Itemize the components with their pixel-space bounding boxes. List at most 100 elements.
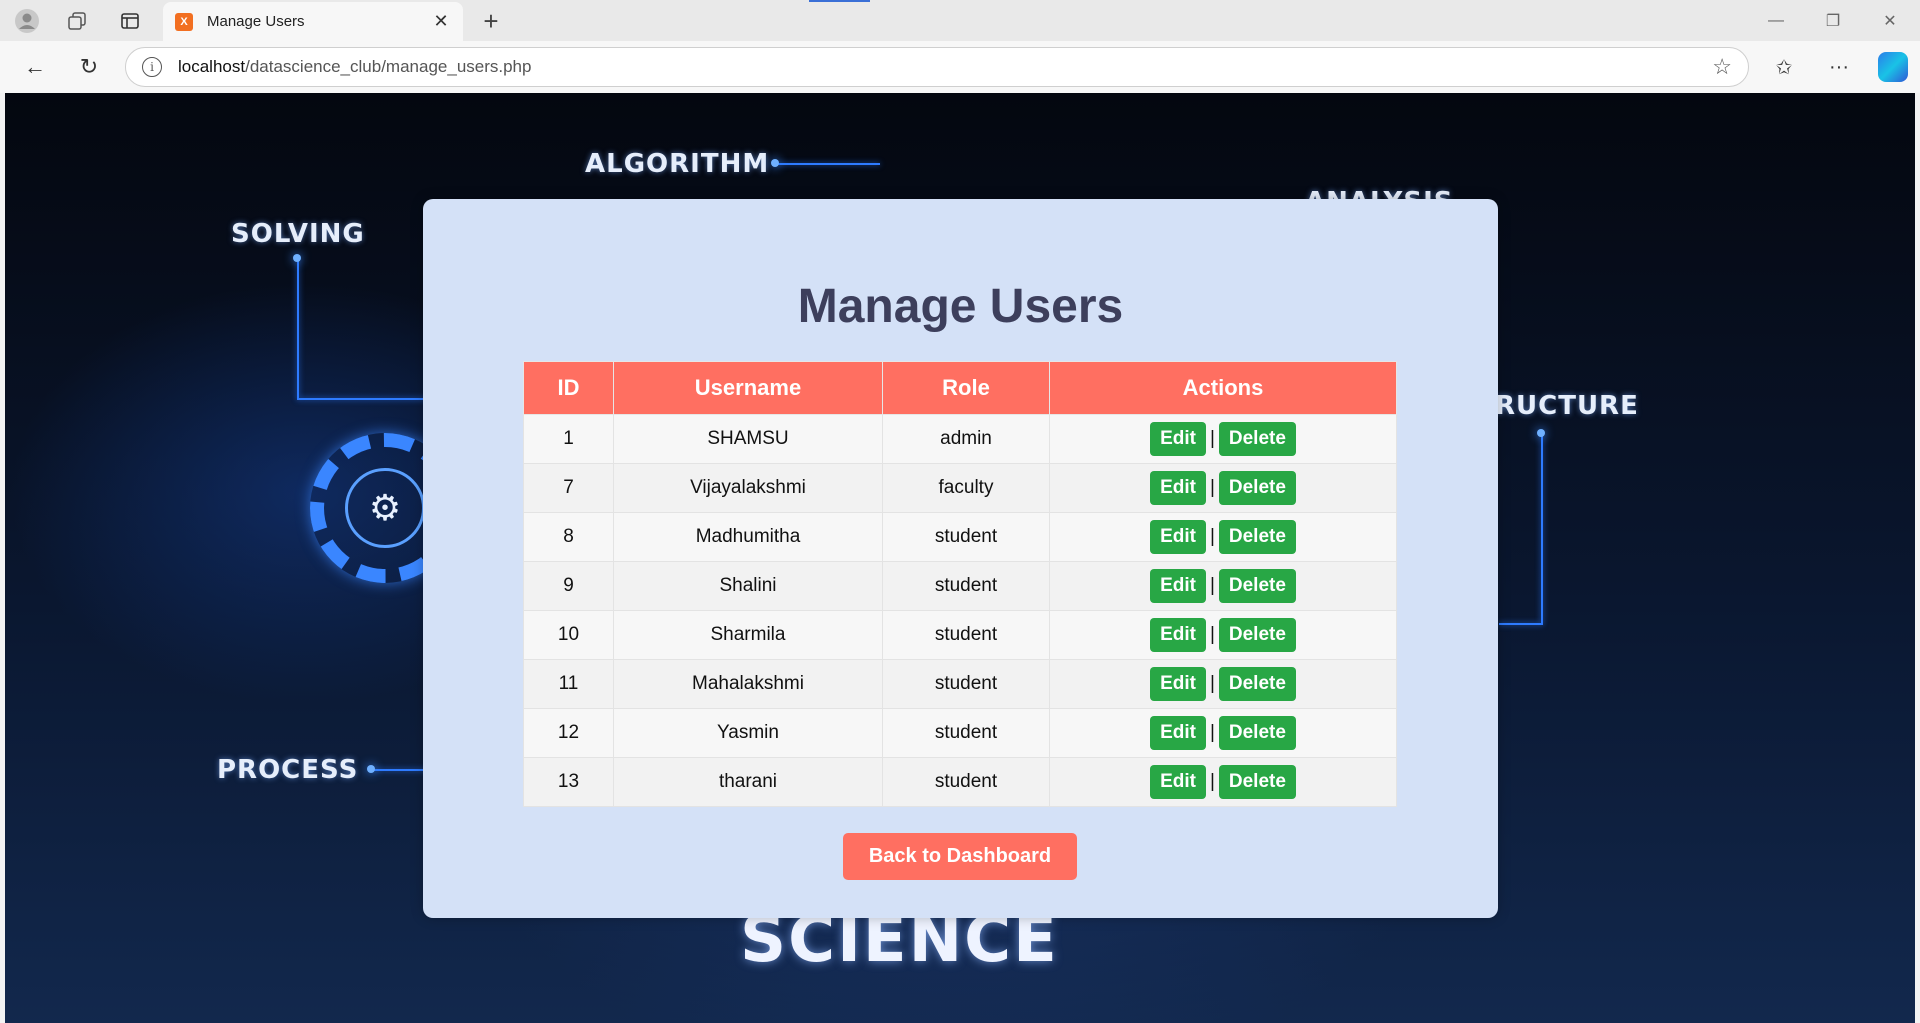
delete-button[interactable]: Delete	[1218, 716, 1296, 750]
minimize-icon[interactable]: —	[1761, 8, 1791, 34]
cell-username: Mahalakshmi	[613, 659, 883, 709]
cell-role: student	[882, 708, 1050, 758]
table-row: 8 Madhumitha student Edit | Delete	[523, 512, 1397, 562]
column-header-actions: Actions	[1049, 361, 1397, 415]
edit-button[interactable]: Edit	[1150, 471, 1206, 505]
cell-actions: Edit | Delete	[1049, 414, 1397, 464]
bg-circuit-line	[371, 769, 427, 771]
users-table: ID Username Role Actions 1 SHAMSU admin Edi…	[523, 361, 1397, 807]
favorites-icon[interactable]: ✩	[1768, 51, 1800, 83]
page-title: Manage Users	[797, 280, 1124, 333]
cell-actions: Edit | Delete	[1049, 708, 1397, 758]
cell-id: 9	[523, 561, 614, 611]
cell-role: admin	[882, 414, 1050, 464]
action-separator: |	[1209, 722, 1215, 743]
delete-button[interactable]: Delete	[1218, 569, 1296, 603]
edit-button[interactable]: Edit	[1150, 716, 1206, 750]
table-row: 10 Sharmila student Edit | Delete	[523, 610, 1397, 660]
bg-node-dot	[771, 159, 779, 167]
delete-button[interactable]: Delete	[1218, 422, 1296, 456]
action-separator: |	[1209, 673, 1215, 694]
cell-id: 11	[523, 659, 614, 709]
cell-id: 1	[523, 414, 614, 464]
close-tab-icon[interactable]: ✕	[431, 11, 451, 32]
action-separator: |	[1209, 428, 1215, 449]
delete-button[interactable]: Delete	[1218, 618, 1296, 652]
edit-button[interactable]: Edit	[1150, 618, 1206, 652]
cell-username: Yasmin	[613, 708, 883, 758]
cell-actions: Edit | Delete	[1049, 757, 1397, 807]
copilot-icon[interactable]	[1878, 52, 1908, 82]
table-row: 9 Shalini student Edit | Delete	[523, 561, 1397, 611]
action-separator: |	[1209, 624, 1215, 645]
cell-id: 8	[523, 512, 614, 562]
tab-drag-indicator	[809, 0, 870, 2]
url-text[interactable]: localhost/datascience_club/manage_users.…	[178, 57, 1712, 77]
table-row: 12 Yasmin student Edit | Delete	[523, 708, 1397, 758]
more-options-icon[interactable]: ···	[1823, 51, 1855, 83]
bg-word-process: PROCESS	[217, 755, 359, 785]
delete-button[interactable]: Delete	[1218, 765, 1296, 799]
bg-node-dot	[367, 765, 375, 773]
site-info-icon[interactable]: i	[142, 57, 162, 77]
cell-username: SHAMSU	[613, 414, 883, 464]
edit-button[interactable]: Edit	[1150, 520, 1206, 554]
cell-role: student	[882, 561, 1050, 611]
bg-circuit-line	[775, 163, 880, 165]
browser-tab-strip: X Manage Users ✕ + — ❐ ✕	[0, 0, 1920, 41]
vertical-tabs-icon[interactable]	[115, 6, 145, 36]
bg-circuit-line	[1541, 433, 1543, 623]
cell-username: Shalini	[613, 561, 883, 611]
profile-icon[interactable]	[12, 6, 42, 36]
bg-word-structure: RUCTURE	[1495, 391, 1639, 421]
column-header-username: Username	[613, 361, 883, 415]
bg-gears-icon: ⚙	[345, 468, 425, 548]
bg-word-solving: SOLVING	[231, 219, 365, 249]
table-header-row: ID Username Role Actions	[523, 361, 1397, 415]
restore-icon[interactable]: ❐	[1818, 8, 1848, 34]
edit-button[interactable]: Edit	[1150, 422, 1206, 456]
favorite-star-icon[interactable]: ☆	[1712, 54, 1732, 80]
delete-button[interactable]: Delete	[1218, 471, 1296, 505]
bg-circuit-line	[1499, 623, 1543, 625]
browser-toolbar: ← ↻ i localhost/datascience_club/manage_…	[0, 41, 1920, 93]
active-tab[interactable]: X Manage Users ✕	[163, 2, 463, 41]
close-window-icon[interactable]: ✕	[1875, 8, 1905, 34]
cell-username: Sharmila	[613, 610, 883, 660]
manage-users-card: Manage Users ID Username Role Actions 1S…	[423, 199, 1498, 918]
edit-button[interactable]: Edit	[1150, 569, 1206, 603]
cell-actions: Edit | Delete	[1049, 463, 1397, 513]
cell-role: student	[882, 659, 1050, 709]
table-row: 11 Mahalakshmi student Edit | Delete	[523, 659, 1397, 709]
bg-node-dot	[293, 254, 301, 262]
refresh-icon[interactable]: ↻	[73, 51, 105, 83]
action-separator: |	[1209, 477, 1215, 498]
table-row: 13 tharani student Edit | Delete	[523, 757, 1397, 807]
cell-id: 13	[523, 757, 614, 807]
table-row: 1 SHAMSU admin Edit | Delete	[523, 414, 1397, 464]
cell-username: Madhumitha	[613, 512, 883, 562]
bg-node-dot	[1537, 429, 1545, 437]
address-bar[interactable]: i localhost/datascience_club/manage_user…	[125, 47, 1749, 87]
users-table-body: 1 SHAMSU admin Edit | Delete 7 Vijayalakshmi fac…	[523, 414, 1397, 807]
cell-username: tharani	[613, 757, 883, 807]
column-header-id: ID	[523, 361, 614, 415]
cell-role: student	[882, 512, 1050, 562]
cell-id: 7	[523, 463, 614, 513]
cell-role: student	[882, 757, 1050, 807]
edit-button[interactable]: Edit	[1150, 765, 1206, 799]
back-to-dashboard-button[interactable]: Back to Dashboard	[843, 833, 1077, 880]
cell-id: 10	[523, 610, 614, 660]
action-separator: |	[1209, 771, 1215, 792]
delete-button[interactable]: Delete	[1218, 520, 1296, 554]
back-arrow-icon[interactable]: ←	[19, 51, 51, 83]
cell-role: student	[882, 610, 1050, 660]
cell-id: 12	[523, 708, 614, 758]
edit-button[interactable]: Edit	[1150, 667, 1206, 701]
workspaces-icon[interactable]	[62, 6, 92, 36]
tab-title: Manage Users	[207, 13, 305, 30]
new-tab-icon[interactable]: +	[476, 6, 506, 36]
column-header-role: Role	[882, 361, 1050, 415]
cell-actions: Edit | Delete	[1049, 659, 1397, 709]
delete-button[interactable]: Delete	[1218, 667, 1296, 701]
